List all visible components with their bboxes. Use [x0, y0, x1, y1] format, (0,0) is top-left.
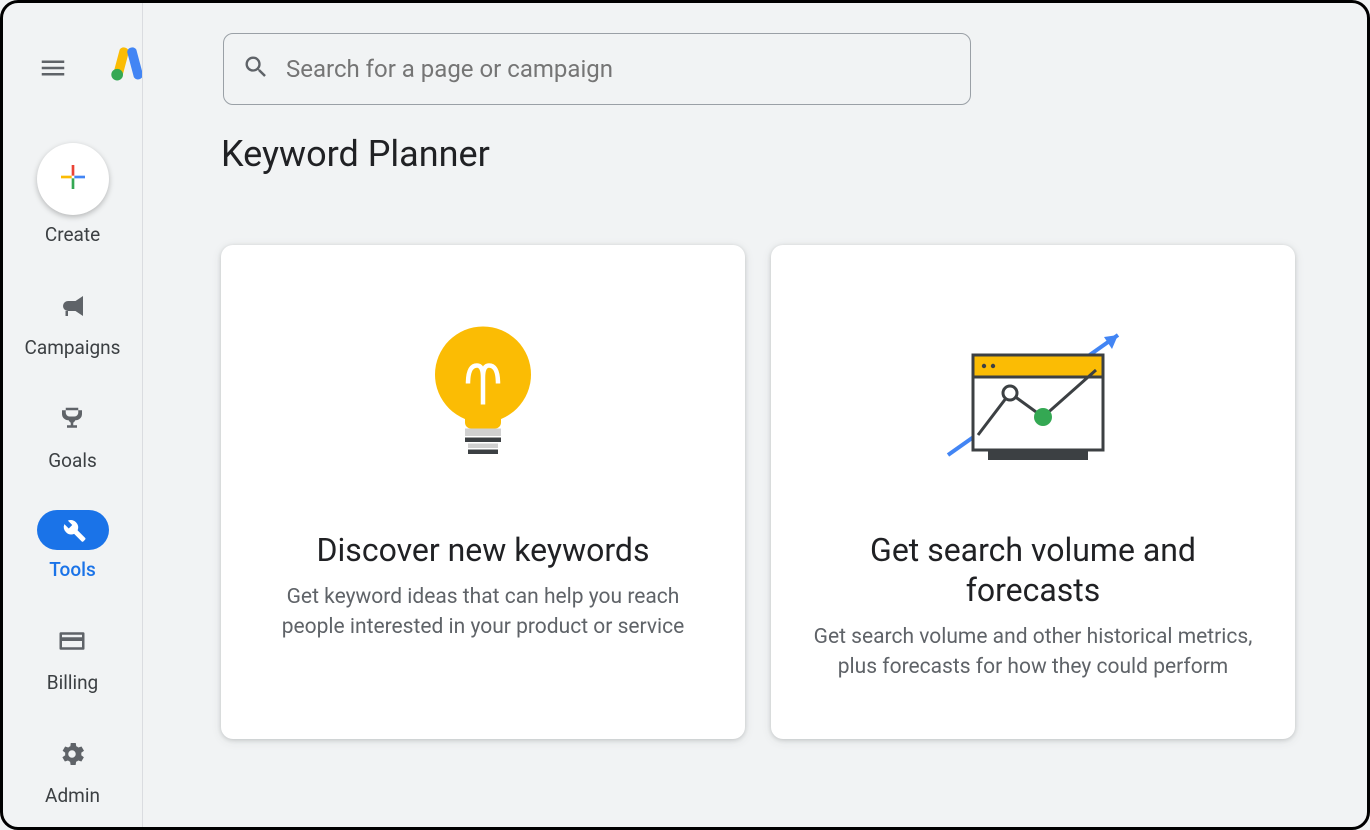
sidebar-item-tools[interactable]: Tools [37, 510, 109, 581]
sidebar-item-billing[interactable]: Billing [47, 619, 98, 694]
nav-label-create: Create [45, 223, 100, 246]
sidebar-item-campaigns[interactable]: Campaigns [25, 284, 121, 359]
card-title: Discover new keywords [317, 530, 650, 570]
nav-label-goals: Goals [48, 449, 97, 472]
nav-label-tools: Tools [49, 558, 95, 581]
credit-card-icon [50, 619, 94, 663]
lightbulb-illustration [423, 310, 543, 490]
cards-row: Discover new keywords Get keyword ideas … [221, 245, 1327, 739]
card-title: Get search volume and forecasts [811, 530, 1255, 610]
page-title: Keyword Planner [221, 133, 1327, 175]
megaphone-icon [51, 284, 95, 328]
tools-icon [37, 510, 109, 550]
nav-label-admin: Admin [45, 784, 100, 807]
trophy-icon [50, 397, 94, 441]
sidebar-item-admin[interactable]: Admin [45, 732, 100, 807]
nav-label-billing: Billing [47, 671, 98, 694]
create-button[interactable] [37, 143, 109, 215]
main-content: Keyword Planner Discover new keywords [143, 3, 1367, 827]
card-description: Get keyword ideas that can help you reac… [263, 582, 703, 643]
search-input[interactable] [286, 55, 952, 83]
nav-label-campaigns: Campaigns [25, 336, 121, 359]
card-description: Get search volume and other historical m… [813, 622, 1253, 683]
sidebar-item-create[interactable]: Create [37, 143, 109, 246]
search-bar[interactable] [223, 33, 971, 105]
card-search-volume-forecasts[interactable]: Get search volume and forecasts Get sear… [771, 245, 1295, 739]
chart-illustration [918, 310, 1148, 490]
plus-icon [57, 161, 89, 197]
sidebar-item-goals[interactable]: Goals [48, 397, 97, 472]
sidebar: Create Campaigns Goals Tools [3, 3, 143, 827]
search-icon [242, 53, 270, 85]
gear-icon [50, 732, 94, 776]
card-discover-keywords[interactable]: Discover new keywords Get keyword ideas … [221, 245, 745, 739]
